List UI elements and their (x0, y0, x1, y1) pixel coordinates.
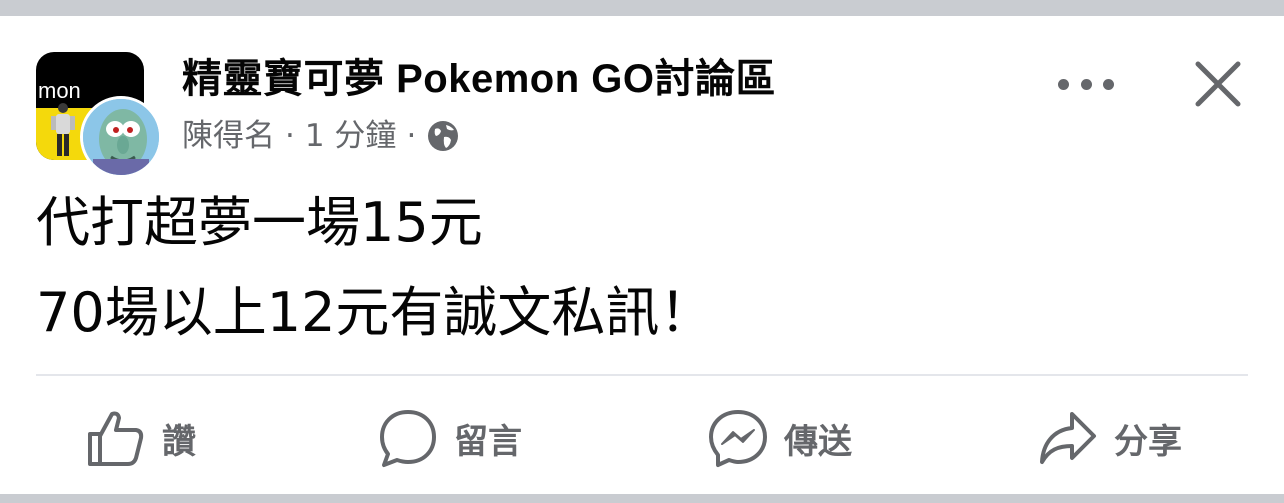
comment-label: 留言 (454, 421, 522, 462)
post-time[interactable]: 1 分鐘 (305, 118, 397, 154)
meta-separator: · (285, 118, 295, 154)
share-label: 分享 (1114, 421, 1182, 462)
post-line: 70場以上12元有誠文私訊！ (36, 281, 714, 344)
close-icon[interactable] (1190, 56, 1246, 112)
globe-icon (428, 121, 459, 151)
post-meta: 陳得名 · 1 分鐘 · (182, 118, 776, 154)
messenger-icon (709, 410, 767, 467)
share-arrow-icon (1040, 412, 1096, 464)
more-dot (1080, 78, 1092, 90)
send-label: 傳送 (784, 421, 852, 462)
meta-separator: · (406, 118, 417, 154)
post-card: mon 精靈寶可夢 Pokemon GO討論區 陳得名 · 1 分鐘 · 代打超… (0, 16, 1284, 494)
post-header: 精靈寶可夢 Pokemon GO討論區 陳得名 · 1 分鐘 · (182, 54, 776, 154)
divider (36, 374, 1248, 376)
user-avatar[interactable] (80, 96, 162, 178)
share-button[interactable]: 分享 (1038, 390, 1182, 486)
action-bar: 讚 留言 傳送 分享 (0, 390, 1284, 486)
author-name[interactable]: 陳得名 (182, 118, 275, 154)
thumbs-up-icon (88, 411, 144, 466)
post-avatars[interactable]: mon (36, 52, 162, 178)
user-avatar-image (83, 99, 159, 175)
post-body: 代打超夢一場15元 70場以上12元有誠文私訊！ (36, 178, 713, 358)
more-dot (1058, 78, 1069, 90)
trainer-figure-icon (51, 103, 75, 156)
speech-bubble-icon (380, 410, 436, 467)
more-dot (1103, 78, 1114, 90)
post-line: 代打超夢一場15元 (36, 191, 483, 254)
more-options-icon[interactable] (1058, 74, 1114, 94)
group-avatar-text: mon (38, 78, 81, 103)
group-name[interactable]: 精靈寶可夢 Pokemon GO討論區 (182, 54, 776, 104)
like-label: 讚 (162, 421, 196, 462)
like-button[interactable]: 讚 (86, 390, 196, 486)
send-button[interactable]: 傳送 (708, 390, 852, 486)
comment-button[interactable]: 留言 (378, 390, 522, 486)
